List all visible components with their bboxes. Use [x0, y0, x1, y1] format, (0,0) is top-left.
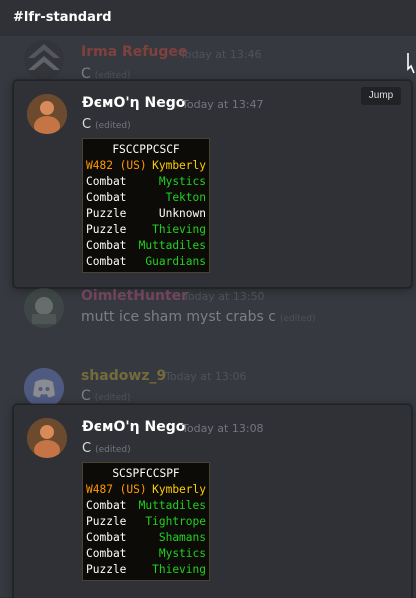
user-avatar-icon [24, 288, 64, 328]
room-name: Muttadiles [138, 499, 206, 512]
author-name[interactable]: ĐємΟ'η Nego [82, 419, 185, 435]
room-row: Combat Guardians [86, 254, 206, 270]
room-name: Tekton [165, 191, 206, 204]
message-content: C (edited) [81, 388, 130, 404]
world-value: Kymberly [152, 159, 206, 172]
layout-code: SCSPFCCSPF [112, 467, 180, 480]
room-name: Mystics [158, 175, 206, 188]
room-type: Puzzle [86, 515, 127, 528]
user-avatar-icon [27, 418, 67, 458]
raid-scout-image[interactable]: FSCCPPCSCF W482 (US) Kymberly Combat Mysti… [82, 138, 210, 273]
world-label: W482 (US) [86, 159, 147, 172]
message-content: C (edited) [82, 117, 131, 132]
message-text: C [82, 117, 92, 132]
message-item[interactable]: shadowz_9 Today at 13:06 C (edited) [0, 364, 416, 408]
avatar[interactable] [27, 418, 67, 458]
room-name: Thieving [152, 563, 206, 576]
room-type: Combat [86, 499, 127, 512]
room-name: Tightrope [145, 515, 206, 528]
message-item[interactable]: OimletHunter Today at 13:50 mutt ice sha… [0, 284, 416, 334]
room-name: Muttadiles [138, 239, 206, 252]
author-name[interactable]: OimletHunter [81, 288, 188, 304]
chevron-logo-icon [28, 44, 60, 70]
timestamp: Today at 13:46 [180, 48, 262, 61]
message-popup-card[interactable]: ĐємΟ'η Nego Today at 13:08 C (edited) SCS… [13, 404, 412, 598]
message-popup-card[interactable]: ĐємΟ'η Nego Today at 13:47 Jump C (edited… [13, 80, 412, 288]
world-row: W482 (US) Kymberly [86, 158, 206, 174]
channel-header: #lfr-standard [0, 0, 416, 36]
room-type: Puzzle [86, 207, 127, 220]
room-name: Unknown [158, 207, 206, 220]
edited-tag: (edited) [94, 393, 131, 403]
author-name[interactable]: shadowz_9 [81, 368, 166, 384]
room-row: Combat Muttadiles [86, 498, 206, 514]
avatar[interactable] [24, 40, 64, 80]
room-row: Combat Shamans [86, 530, 206, 546]
room-row: Puzzle Tightrope [86, 514, 206, 530]
discord-logo-icon [24, 368, 64, 408]
room-row: Combat Tekton [86, 190, 206, 206]
user-avatar-icon [27, 94, 67, 134]
room-type: Puzzle [86, 223, 127, 236]
avatar[interactable] [24, 288, 64, 328]
room-type: Combat [86, 239, 127, 252]
cursor-icon [407, 53, 415, 74]
room-row: Puzzle Unknown [86, 206, 206, 222]
message-text: mutt ice sham myst crabs c [81, 309, 276, 325]
room-type: Combat [86, 255, 127, 268]
raid-scout-image[interactable]: SCSPFCCSPF W487 (US) Kymberly Combat Mutta… [82, 462, 210, 581]
channel-title: #lfr-standard [13, 10, 112, 25]
room-name: Thieving [152, 223, 206, 236]
room-name: Mystics [158, 547, 206, 560]
room-row: Puzzle Thieving [86, 562, 206, 578]
room-type: Puzzle [86, 563, 127, 576]
room-row: Combat Mystics [86, 546, 206, 562]
message-item[interactable]: Irma Refugee Today at 13:46 C (edited) [0, 38, 416, 82]
edited-tag: (edited) [279, 314, 316, 324]
message-content: mutt ice sham myst crabs c (edited) [81, 309, 316, 325]
message-content: C (edited) [82, 441, 131, 456]
room-name: Shamans [158, 531, 206, 544]
room-type: Combat [86, 191, 127, 204]
world-value: Kymberly [152, 483, 206, 496]
message-text: C [81, 388, 91, 404]
message-text: C [82, 441, 92, 456]
timestamp: Today at 13:08 [182, 422, 264, 435]
author-name[interactable]: ĐємΟ'η Nego [82, 95, 185, 111]
timestamp: Today at 13:50 [183, 290, 265, 303]
message-feed[interactable]: Irma Refugee Today at 13:46 C (edited) Đє… [0, 36, 416, 598]
timestamp: Today at 13:47 [182, 98, 264, 111]
room-row: Puzzle Thieving [86, 222, 206, 238]
world-label: W487 (US) [86, 483, 147, 496]
edited-tag: (edited) [95, 121, 131, 131]
room-row: Combat Muttadiles [86, 238, 206, 254]
author-name[interactable]: Irma Refugee [81, 44, 187, 60]
timestamp: Today at 13:06 [165, 370, 247, 383]
world-row: W487 (US) Kymberly [86, 482, 206, 498]
room-row: Combat Mystics [86, 174, 206, 190]
room-name: Guardians [145, 255, 206, 268]
layout-code: FSCCPPCSCF [112, 143, 180, 156]
avatar[interactable] [27, 94, 67, 134]
edited-tag: (edited) [95, 445, 131, 455]
room-type: Combat [86, 531, 127, 544]
room-type: Combat [86, 175, 127, 188]
room-type: Combat [86, 547, 127, 560]
avatar[interactable] [24, 368, 64, 408]
jump-button[interactable]: Jump [361, 87, 401, 105]
